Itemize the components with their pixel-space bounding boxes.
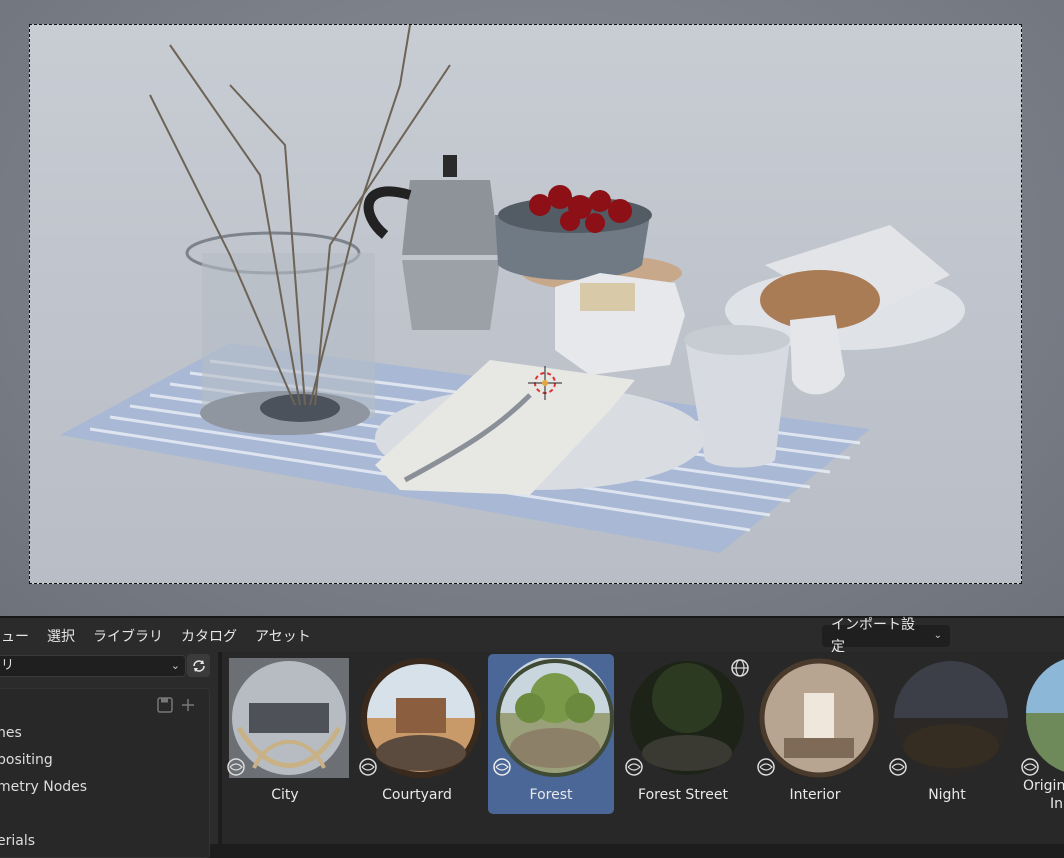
tree-item-materials[interactable]: erials [0,833,35,849]
refresh-button[interactable] [187,654,210,677]
hdri-thumbnail-courtyard [361,658,481,778]
tree-toolbar [157,697,195,713]
hdri-thumbnail-city [229,658,349,778]
globe-icon [359,758,377,776]
asset-tile-interior[interactable]: Interior [752,654,879,814]
chevron-down-icon: ⌄ [933,630,942,641]
asset-label-line2: In [1050,796,1064,812]
moka-pot [363,155,500,330]
menu-catalog[interactable]: カタログ [172,626,246,646]
chevron-down-icon: ⌄ [170,659,180,672]
asset-tile-night[interactable]: Night [884,654,1010,814]
branches [149,25,451,406]
asset-label: Interior [789,787,841,803]
asset-label: Origin [1023,778,1064,794]
asset-side-panel: リ ⌄ nes positing metry Nodes erials [0,652,218,858]
hdri-thumbnail-interior [759,658,879,778]
menu-library[interactable]: ライブラリ [84,626,172,646]
tree-item-scenes[interactable]: nes [0,725,22,741]
asset-tile-forest-street[interactable]: Forest Street [620,654,749,814]
asset-tile-original[interactable]: Origin In [1016,654,1064,814]
asset-tile-forest[interactable]: Forest [488,654,614,814]
hdri-thumbnail-forest [496,658,614,777]
asset-browser-header: ュー 選択 ライブラリ カタログ アセット インポート設定 ⌄ [0,616,1064,655]
globe-icon [493,758,511,776]
hdri-thumbnail-night [894,661,1008,775]
asset-label: Forest [529,787,573,803]
library-select[interactable]: リ ⌄ [0,655,186,677]
asset-label: City [271,787,299,803]
3d-viewport[interactable] [0,0,1064,616]
asset-tile-city[interactable]: City [222,654,349,814]
hdri-thumbnail-forest-street [630,661,744,775]
library-select-value: リ [1,658,15,673]
menu-asset[interactable]: アセット [246,626,320,646]
menu-bar: ュー 選択 ライブラリ カタログ アセット [0,626,320,646]
refresh-icon [192,659,205,672]
tree-item-compositing[interactable]: positing [0,752,53,768]
asset-label: Forest Street [638,787,728,803]
asset-label: Courtyard [382,787,452,803]
globe-icon [1021,758,1039,776]
globe-icon [227,758,245,776]
tree-item-geometry-nodes[interactable]: metry Nodes [0,779,87,795]
asset-label: Night [928,787,966,803]
save-icon[interactable] [157,697,173,713]
camera-frame [29,24,1022,584]
cherry-bowl [495,185,682,291]
add-icon[interactable] [181,698,195,712]
globe-icon [889,758,907,776]
catalog-tree: nes positing metry Nodes erials [0,688,210,858]
asset-tile-courtyard[interactable]: Courtyard [354,654,481,814]
globe-icon [757,758,775,776]
glass-vase [185,231,375,435]
globe-icon [625,758,643,776]
asset-grid: City Courtyard Forest Forest Street Inte… [222,652,1064,844]
globe-icon [731,659,749,677]
menu-view[interactable]: ュー [0,626,38,646]
milk-jug [790,315,845,395]
hex-box [555,273,685,375]
import-settings-dropdown[interactable]: インポート設定 ⌄ [822,617,950,655]
menu-select[interactable]: 選択 [38,626,84,646]
